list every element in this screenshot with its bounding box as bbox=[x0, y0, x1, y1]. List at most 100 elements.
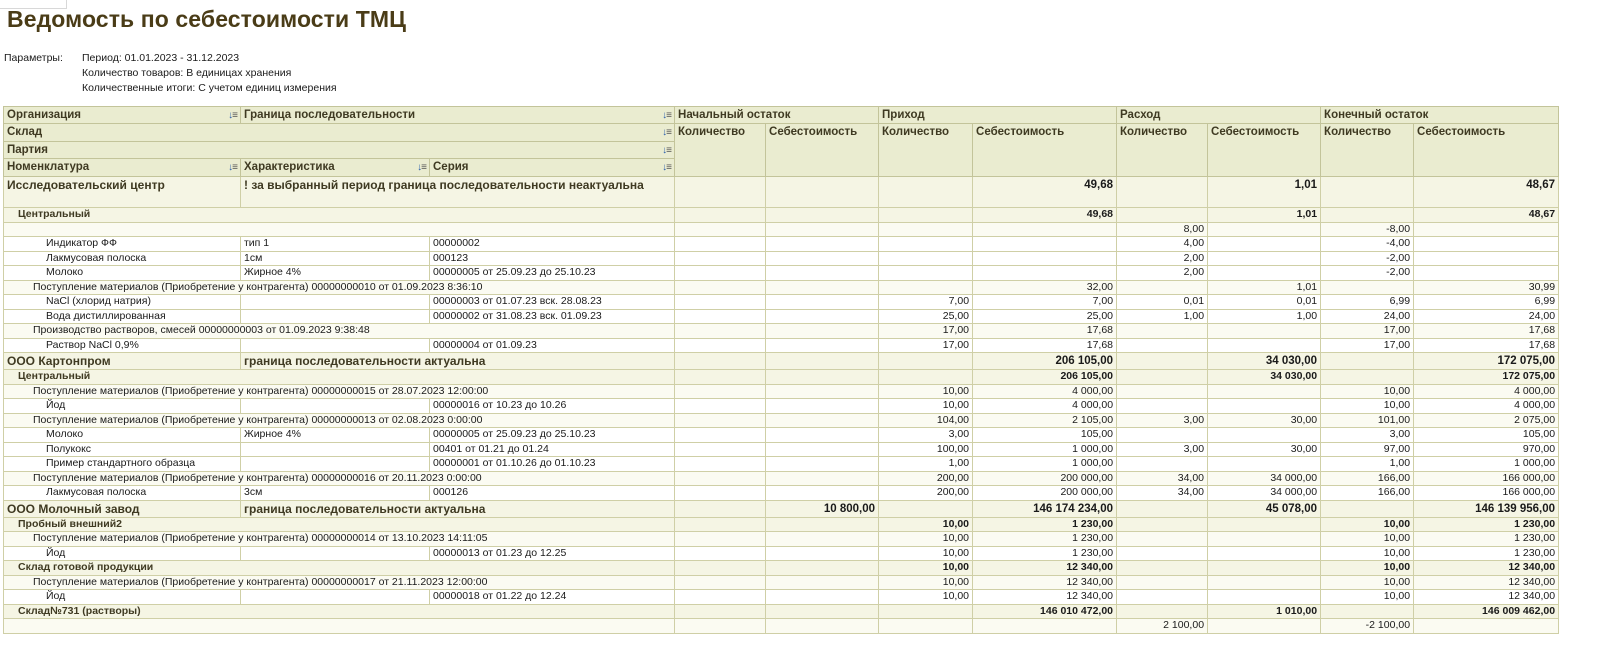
sort-icon[interactable]: ↓≡ bbox=[417, 160, 427, 175]
income-cost: 206 105,00 bbox=[972, 369, 1118, 385]
col-header-end-cost[interactable]: Себестоимость bbox=[1413, 123, 1560, 177]
end-qty: 17,00 bbox=[1320, 323, 1415, 339]
income-cost: 49,68 bbox=[972, 207, 1118, 223]
end-qty: 10,00 bbox=[1320, 531, 1415, 547]
sklad-row[interactable]: Центральный 206 105,00 34 030,00 172 075… bbox=[2, 369, 1560, 385]
item-row[interactable]: Пример стандартного образца 00000001 от … bbox=[3, 456, 1560, 472]
org-row[interactable]: ООО Картонпром граница последовательност… bbox=[3, 352, 1560, 370]
income-cost: 200 000,00 bbox=[972, 470, 1118, 486]
income-cost: 32,00 bbox=[972, 279, 1118, 295]
sklad-name: Центральный bbox=[2, 369, 676, 385]
item-row[interactable]: Молоко Жирное 4% 00000005 от 25.09.23 до… bbox=[3, 265, 1560, 281]
org-name: ООО Картонпром bbox=[3, 352, 241, 370]
org-name: Исследовательский центр bbox=[3, 176, 241, 208]
party-row[interactable]: Поступление материалов (Приобретение у к… bbox=[2, 383, 1560, 399]
series: 00000001 от 01.10.26 до 01.10.23 bbox=[428, 456, 676, 472]
expense-cost: 30,00 bbox=[1207, 441, 1322, 457]
col-header-income[interactable]: Приход bbox=[878, 106, 1118, 124]
col-header-boundary[interactable]: Граница последовательности ↓≡ bbox=[239, 106, 676, 124]
characteristic: Жирное 4% bbox=[240, 427, 430, 443]
col-header-start[interactable]: Начальный остаток bbox=[674, 106, 880, 124]
col-header-party[interactable]: Партия ↓≡ bbox=[2, 140, 676, 160]
expense-cost: 1,01 bbox=[1207, 176, 1322, 208]
party-row[interactable]: Поступление материалов (Приобретение у к… bbox=[2, 279, 1560, 295]
item-row[interactable]: Полукокс 00401 от 01.21 до 01.24 100,00 … bbox=[3, 441, 1560, 457]
item-row[interactable]: Раствор NaCl 0,9% 00000004 от 01.09.23 1… bbox=[3, 337, 1560, 353]
party-row[interactable]: Поступление материалов (Приобретение у к… bbox=[2, 574, 1560, 590]
org-row[interactable]: ООО Молочный завод граница последователь… bbox=[3, 499, 1560, 518]
series: 00000005 от 25.09.23 до 25.10.23 bbox=[428, 265, 676, 281]
expense-qty: 2,00 bbox=[1116, 265, 1209, 281]
item-row[interactable]: Йод 00000013 от 01.23 до 12.25 10,00 1 2… bbox=[3, 545, 1560, 561]
end-cost: 30,99 bbox=[1413, 279, 1560, 295]
col-header-expense-qty[interactable]: Количество bbox=[1116, 123, 1209, 177]
party-row[interactable]: 2 100,00 -2 100,00 bbox=[2, 618, 1560, 634]
income-qty: 17,00 bbox=[878, 323, 974, 339]
income-cost: 1 230,00 bbox=[972, 531, 1118, 547]
col-header-org[interactable]: Организация ↓≡ bbox=[3, 106, 241, 124]
sklad-row[interactable]: Склад готовой продукции 10,00 12 340,00 … bbox=[2, 560, 1560, 576]
sort-icon[interactable]: ↓≡ bbox=[228, 160, 238, 175]
col-header-nomen[interactable]: Номенклатура ↓≡ bbox=[3, 158, 241, 177]
income-cost: 17,68 bbox=[972, 337, 1118, 353]
nomenclature: Раствор NaCl 0,9% bbox=[3, 337, 241, 353]
end-qty: 10,00 bbox=[1320, 545, 1415, 561]
party-row[interactable]: Поступление материалов (Приобретение у к… bbox=[2, 470, 1560, 486]
col-header-series[interactable]: Серия ↓≡ bbox=[428, 158, 676, 177]
nomenclature: Вода дистиллированная bbox=[3, 308, 241, 324]
org-row[interactable]: Исследовательский центр ! за выбранный п… bbox=[3, 176, 1560, 208]
col-header-end-qty[interactable]: Количество bbox=[1320, 123, 1415, 177]
sort-icon[interactable]: ↓≡ bbox=[662, 108, 672, 123]
nomenclature: Лакмусовая полоска bbox=[3, 485, 241, 501]
col-header-sklad[interactable]: Склад ↓≡ bbox=[2, 123, 676, 142]
end-cost: 24,00 bbox=[1413, 308, 1560, 324]
sklad-row[interactable]: Центральный 49,68 1,01 48,67 bbox=[2, 207, 1560, 223]
series: 00000018 от 01.22 до 12.24 bbox=[428, 589, 676, 605]
item-row[interactable]: Йод 00000016 от 10.23 до 10.26 10,00 4 0… bbox=[3, 398, 1560, 414]
end-cost: 166 000,00 bbox=[1413, 485, 1560, 501]
item-row[interactable]: Индикатор ФФ тип 1 00000002 4,00 -4,00 bbox=[3, 236, 1560, 252]
party-row[interactable]: Поступление материалов (Приобретение у к… bbox=[2, 412, 1560, 428]
col-header-income-cost[interactable]: Себестоимость bbox=[972, 123, 1118, 177]
income-cost: 7,00 bbox=[972, 294, 1118, 310]
item-row[interactable]: NaCl (хлорид натрия) 00000003 от 01.07.2… bbox=[3, 294, 1560, 310]
col-header-char[interactable]: Характеристика ↓≡ bbox=[240, 158, 430, 177]
party-row[interactable]: 8,00 -8,00 bbox=[2, 221, 1560, 237]
income-cost: 1 230,00 bbox=[972, 516, 1118, 532]
expense-cost: 1 010,00 bbox=[1207, 603, 1322, 619]
sort-icon[interactable]: ↓≡ bbox=[228, 108, 238, 123]
col-header-end[interactable]: Конечный остаток bbox=[1320, 106, 1560, 124]
item-row[interactable]: Йод 00000018 от 01.22 до 12.24 10,00 12 … bbox=[3, 589, 1560, 605]
party-document: Поступление материалов (Приобретение у к… bbox=[2, 531, 676, 547]
sklad-row[interactable]: Пробный внешний2 10,00 1 230,00 10,00 1 … bbox=[2, 516, 1560, 532]
end-cost: 48,67 bbox=[1413, 176, 1560, 208]
income-cost: 12 340,00 bbox=[972, 589, 1118, 605]
party-row[interactable]: Поступление материалов (Приобретение у к… bbox=[2, 531, 1560, 547]
item-row[interactable]: Лакмусовая полоска 3см 000126 200,00 200… bbox=[3, 485, 1560, 501]
expense-cost: 34 030,00 bbox=[1207, 352, 1322, 370]
income-qty: 10,00 bbox=[878, 545, 974, 561]
expense-qty: 1,00 bbox=[1116, 308, 1209, 324]
item-row[interactable]: Молоко Жирное 4% 00000005 от 25.09.23 до… bbox=[3, 427, 1560, 443]
expense-qty: 2,00 bbox=[1116, 250, 1209, 266]
sort-icon[interactable]: ↓≡ bbox=[662, 143, 672, 158]
col-header-income-qty[interactable]: Количество bbox=[878, 123, 974, 177]
item-row[interactable]: Вода дистиллированная 00000002 от 31.08.… bbox=[3, 308, 1560, 324]
col-header-start-qty[interactable]: Количество bbox=[674, 123, 767, 177]
sort-icon[interactable]: ↓≡ bbox=[662, 125, 672, 140]
expense-cost: 45 078,00 bbox=[1207, 499, 1322, 518]
item-row[interactable]: Лакмусовая полоска 1см 000123 2,00 -2,00 bbox=[3, 250, 1560, 266]
col-header-expense-cost[interactable]: Себестоимость bbox=[1207, 123, 1322, 177]
params-label: Параметры: bbox=[4, 52, 63, 64]
income-cost: 12 340,00 bbox=[972, 574, 1118, 590]
end-qty: 10,00 bbox=[1320, 516, 1415, 532]
sort-icon[interactable]: ↓≡ bbox=[662, 160, 672, 175]
party-row[interactable]: Производство растворов, смесей 000000000… bbox=[2, 323, 1560, 339]
col-header-expense[interactable]: Расход bbox=[1116, 106, 1322, 124]
income-cost: 12 340,00 bbox=[972, 560, 1118, 576]
characteristic: Жирное 4% bbox=[240, 265, 430, 281]
sklad-row[interactable]: Склад№731 (растворы) 146 010 472,00 1 01… bbox=[2, 603, 1560, 619]
col-header-start-cost[interactable]: Себестоимость bbox=[765, 123, 880, 177]
end-cost: 146 009 462,00 bbox=[1413, 603, 1560, 619]
expense-cost: 30,00 bbox=[1207, 412, 1322, 428]
